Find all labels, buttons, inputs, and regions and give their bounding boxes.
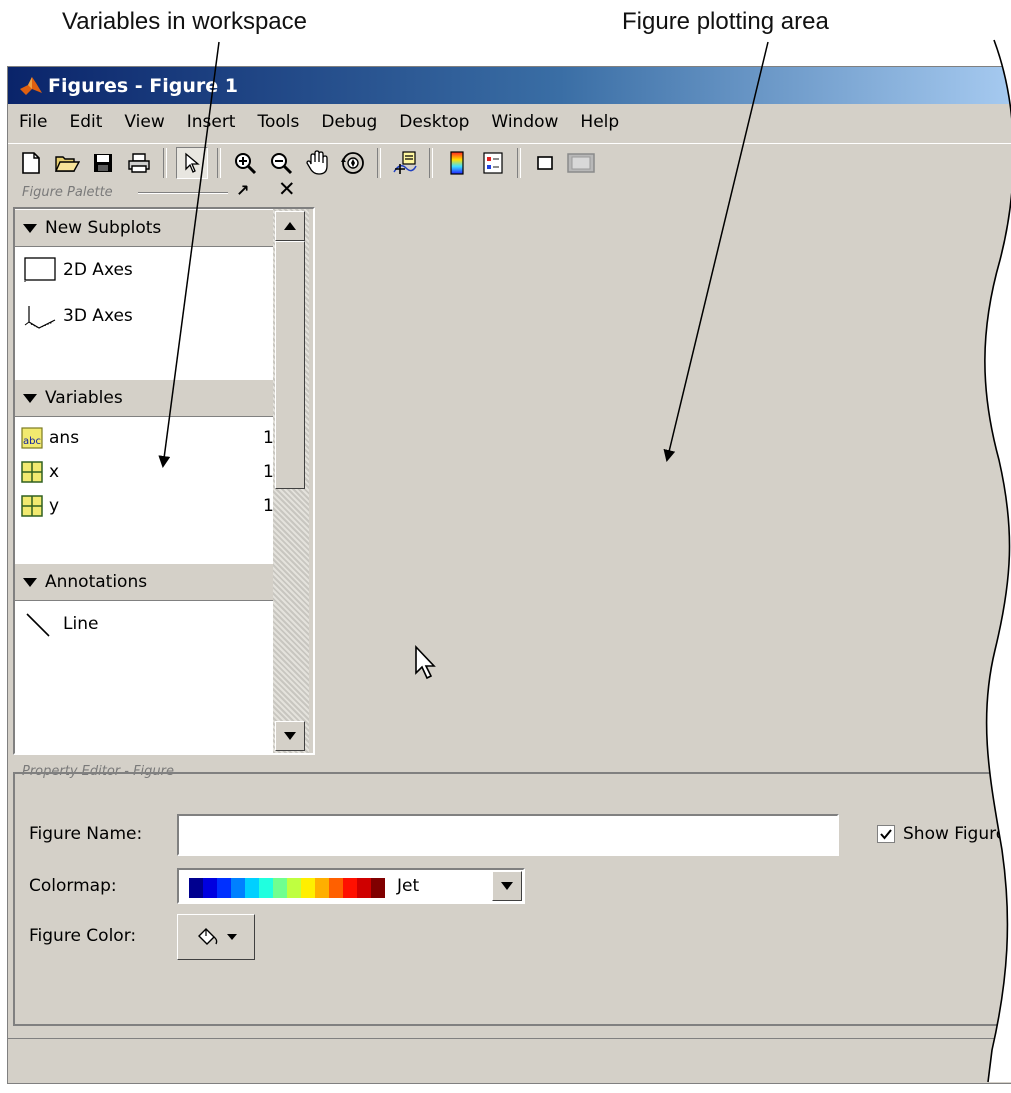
torn-edge-line (984, 39, 1011, 1083)
callout-arrow-variables (158, 41, 220, 468)
callout-arrow-figure (663, 41, 769, 462)
annotation-overlay (158, 39, 1011, 1083)
